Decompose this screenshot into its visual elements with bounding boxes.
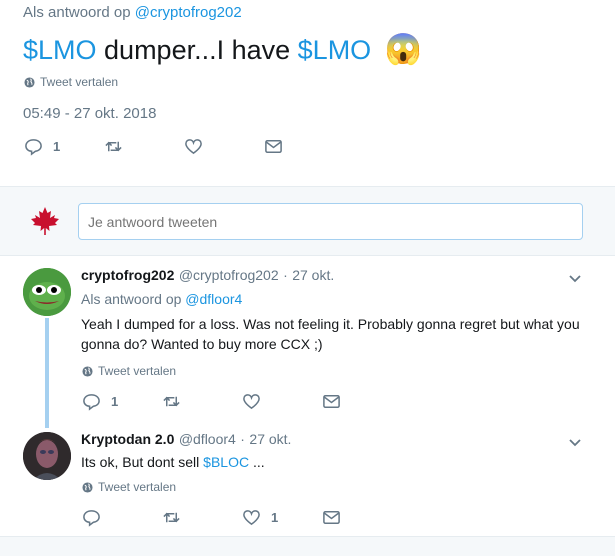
retweet-icon xyxy=(105,141,122,152)
reply-date[interactable]: 27 okt. xyxy=(249,431,291,447)
message-button[interactable] xyxy=(322,508,341,527)
reply-header: cryptofrog202 @cryptofrog202 · 27 okt. xyxy=(81,267,334,285)
retweet-button[interactable] xyxy=(162,392,181,411)
reply-text-prefix: Its ok, But dont sell xyxy=(81,454,204,470)
reply-header: Kryptodan 2.0 @dfloor4 · 27 okt. xyxy=(81,431,291,449)
reply-icon xyxy=(25,139,42,156)
message-button[interactable] xyxy=(264,137,283,156)
author-handle[interactable]: @dfloor4 xyxy=(179,431,236,447)
like-count: 1 xyxy=(271,510,279,525)
envelope-icon xyxy=(323,395,340,408)
globe-icon xyxy=(82,481,93,493)
translate-label: Tweet vertalen xyxy=(40,75,119,89)
reply-to-link[interactable]: @dfloor4 xyxy=(185,291,242,307)
tweet-text: $LMO dumper...I have $LMO 😱 xyxy=(23,30,422,70)
cashtag-link[interactable]: $BLOC xyxy=(203,454,249,470)
tweet-actions: 1 xyxy=(24,137,304,159)
reply-actions: 1 xyxy=(82,508,362,530)
like-button[interactable] xyxy=(184,137,203,156)
reply-text: Its ok, But dont sell $BLOC ... xyxy=(81,452,265,472)
scream-emoji: 😱 xyxy=(384,33,423,66)
reply-prefix: Als antwoord op xyxy=(81,291,182,307)
retweet-button[interactable] xyxy=(104,137,123,156)
pepe-avatar-icon xyxy=(23,268,71,316)
more-menu-button[interactable] xyxy=(568,271,582,285)
author-name[interactable]: Kryptodan 2.0 xyxy=(81,431,174,447)
like-button[interactable]: 1 xyxy=(242,508,278,527)
thread-line xyxy=(45,318,49,428)
reply-date[interactable]: 27 okt. xyxy=(292,267,334,283)
chevron-down-icon xyxy=(569,275,581,283)
retweet-icon xyxy=(163,512,180,523)
person-avatar-icon xyxy=(23,432,71,480)
reply-text-suffix: ... xyxy=(249,454,265,470)
separator: · xyxy=(240,431,245,447)
avatar[interactable] xyxy=(23,432,71,480)
reply-context: Als antwoord op @cryptofrog202 xyxy=(23,4,242,21)
envelope-icon xyxy=(265,140,282,153)
reply-count: 1 xyxy=(111,394,119,409)
message-button[interactable] xyxy=(322,392,341,411)
reply-context: Als antwoord op @dfloor4 xyxy=(81,291,242,307)
retweet-button[interactable] xyxy=(162,508,181,527)
avatar[interactable] xyxy=(23,268,71,316)
reply-icon xyxy=(83,510,100,527)
globe-icon xyxy=(82,365,93,377)
translate-label: Tweet vertalen xyxy=(98,364,177,378)
separator: · xyxy=(283,267,288,283)
heart-icon xyxy=(185,139,202,155)
heart-icon xyxy=(243,394,260,410)
maple-leaf-icon xyxy=(31,207,59,235)
author-name[interactable]: cryptofrog202 xyxy=(81,267,174,283)
envelope-icon xyxy=(323,511,340,524)
reply-button[interactable]: 1 xyxy=(24,137,60,156)
chevron-down-icon xyxy=(569,439,581,447)
translate-link[interactable]: Tweet vertalen xyxy=(82,480,176,494)
translate-link[interactable]: Tweet vertalen xyxy=(82,364,176,378)
reply-icon xyxy=(83,394,100,411)
globe-icon xyxy=(24,76,35,88)
tweet-timestamp[interactable]: 05:49 - 27 okt. 2018 xyxy=(23,105,156,122)
reply-button[interactable]: 1 xyxy=(82,392,118,411)
reply-prefix: Als antwoord op xyxy=(23,4,131,21)
more-menu-button[interactable] xyxy=(568,435,582,449)
reply-input[interactable] xyxy=(78,203,583,240)
tweet-text-middle: dumper...I have xyxy=(96,35,298,65)
cashtag-link[interactable]: $LMO xyxy=(298,35,372,65)
reply-composer xyxy=(0,186,615,256)
heart-icon xyxy=(243,510,260,526)
author-handle[interactable]: @cryptofrog202 xyxy=(179,267,279,283)
user-avatar xyxy=(28,205,62,237)
reply-text: Yeah I dumped for a loss. Was not feelin… xyxy=(81,316,580,352)
retweet-icon xyxy=(163,396,180,407)
translate-label: Tweet vertalen xyxy=(98,480,177,494)
reply-count: 1 xyxy=(53,139,61,154)
bottom-divider xyxy=(0,536,615,556)
translate-link[interactable]: Tweet vertalen xyxy=(24,75,118,89)
reply-to-link[interactable]: @cryptofrog202 xyxy=(135,4,242,21)
cashtag-link[interactable]: $LMO xyxy=(23,35,97,65)
reply-button[interactable] xyxy=(82,508,101,527)
reply-actions: 1 xyxy=(82,392,362,414)
like-button[interactable] xyxy=(242,392,261,411)
